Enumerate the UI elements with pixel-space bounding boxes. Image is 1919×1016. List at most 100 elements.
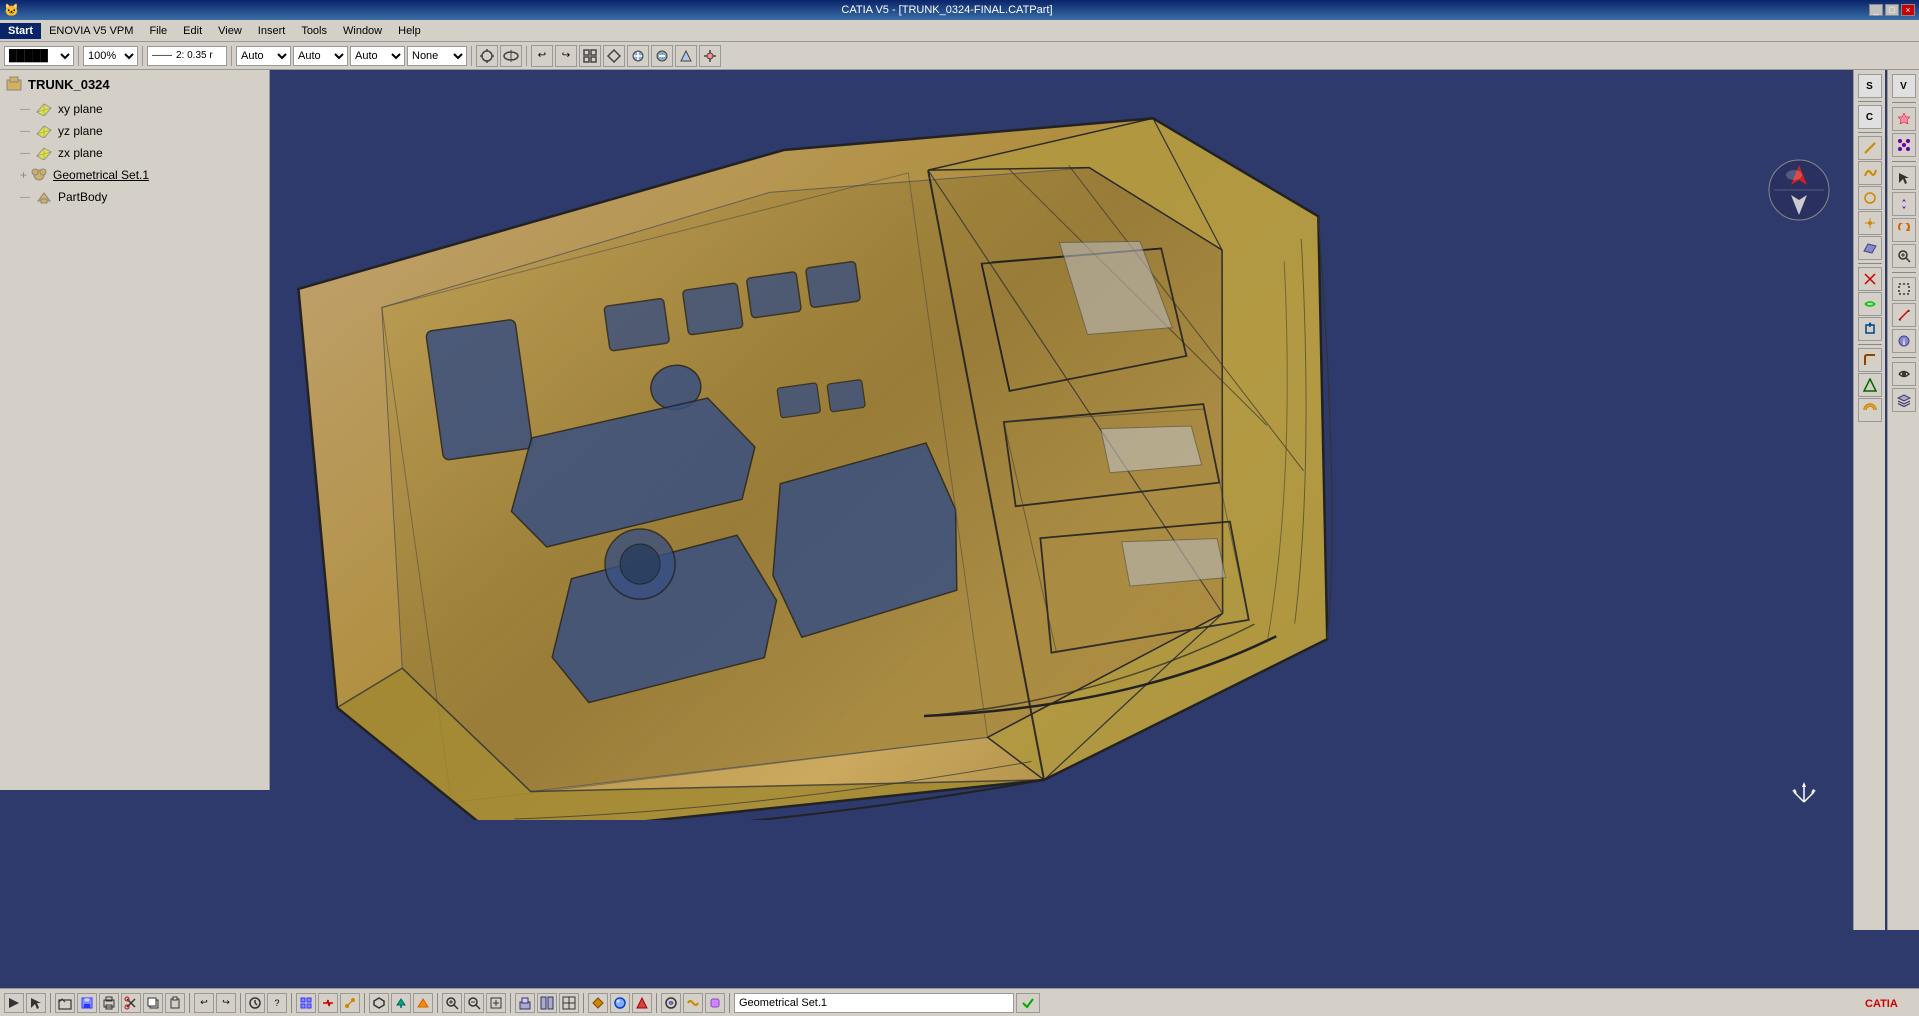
rt2-point-btn[interactable] [1858,211,1882,235]
rt2-join-btn[interactable] [1858,292,1882,316]
color-dropdown[interactable]: █████ [4,46,74,66]
dropdown-auto3[interactable]: Auto [350,46,405,66]
zx-plane-icon [34,145,54,161]
icon-btn-2[interactable] [500,45,522,67]
partbody-icon [34,189,54,205]
sep3 [231,46,232,66]
menu-start[interactable]: Start [0,23,41,39]
tree-zx-plane[interactable]: — zx plane [0,142,269,164]
rt2-extract-btn[interactable] [1858,317,1882,341]
bt-redo2-btn[interactable]: ↪ [216,993,236,1013]
bt-copy-btn[interactable] [143,993,163,1013]
bt-tool1-btn[interactable] [245,993,265,1013]
menu-window[interactable]: Window [335,23,390,39]
rt-star-btn[interactable] [1892,107,1916,131]
rt2-spline-btn[interactable] [1858,161,1882,185]
icon-btn-5[interactable] [627,45,649,67]
bt-render2-btn[interactable] [610,993,630,1013]
bt-tool2-btn[interactable]: ? [267,993,287,1013]
menu-insert[interactable]: Insert [250,23,294,39]
icon-btn-6[interactable] [651,45,673,67]
rt2-c-btn[interactable]: C [1858,105,1882,129]
bt-misc1-btn[interactable] [661,993,681,1013]
bt-tool5-btn[interactable] [340,993,360,1013]
maximize-btn[interactable]: □ [1885,4,1899,16]
rt-layers-btn[interactable] [1892,388,1916,412]
menu-file[interactable]: File [141,23,175,39]
svg-text:i: i [1902,338,1904,347]
rt-measure-btn[interactable] [1892,303,1916,327]
rt2-draft-btn[interactable] [1858,373,1882,397]
bt-save-btn[interactable] [77,993,97,1013]
menu-view[interactable]: View [210,23,250,39]
rt2-fillet-btn[interactable] [1858,348,1882,372]
rt-select-btn[interactable] [1892,277,1916,301]
dropdown-none[interactable]: None [407,46,467,66]
rt2-offset-btn[interactable] [1858,398,1882,422]
dropdown-auto2[interactable]: Auto [293,46,348,66]
bt-render3-btn[interactable] [632,993,652,1013]
bt-tool3-btn[interactable] [296,993,316,1013]
rt2-circle-btn[interactable] [1858,186,1882,210]
bt-open-btn[interactable] [55,993,75,1013]
bt-tool4-btn[interactable] [318,993,338,1013]
rt-dots-btn[interactable] [1892,133,1916,157]
rt-cursor-btn[interactable] [1892,166,1916,190]
bt-paste-btn[interactable] [165,993,185,1013]
bt-zoomin-btn[interactable] [442,993,462,1013]
icon-btn-7[interactable] [675,45,697,67]
rt2-line-btn[interactable] [1858,136,1882,160]
rt-zoom-btn[interactable] [1892,244,1916,268]
sep2 [142,46,143,66]
tree-yz-plane[interactable]: — yz plane [0,120,269,142]
bt-undo2-btn[interactable]: ↩ [194,993,214,1013]
tree-geoset[interactable]: + Geometrical Set.1 [0,164,269,186]
bt-tool8-btn[interactable] [413,993,433,1013]
icon-btn-3[interactable] [579,45,601,67]
bt-zoomout-btn[interactable] [464,993,484,1013]
bt-tool6-btn[interactable] [369,993,389,1013]
tree-partbody[interactable]: — PartBody [0,186,269,208]
bt-view1-btn[interactable] [515,993,535,1013]
rt-hide-btn[interactable] [1892,362,1916,386]
tree-xy-plane[interactable]: — xy plane [0,98,269,120]
rt-v-btn[interactable]: V [1892,74,1916,98]
bt-tool7-btn[interactable] [391,993,411,1013]
dropdown-auto1[interactable]: Auto [236,46,291,66]
yz-plane-icon [34,123,54,139]
icon-btn-4[interactable] [603,45,625,67]
status-input[interactable] [734,993,1014,1013]
redo-btn[interactable]: ↪ [555,45,577,67]
bt-print-btn[interactable] [99,993,119,1013]
zoom-dropdown[interactable]: 100% [83,46,138,66]
rt2-surface-btn[interactable] [1858,236,1882,260]
bt-misc3-btn[interactable] [705,993,725,1013]
app-icon: 🐱 [4,3,19,17]
menu-help[interactable]: Help [390,23,429,39]
rt2-trim-btn[interactable] [1858,267,1882,291]
tree-root[interactable]: TRUNK_0324 [0,70,269,98]
bt-confirm-btn[interactable] [1016,993,1040,1013]
menubar: Start ENOVIA V5 VPM File Edit View Inser… [0,20,1919,42]
undo-btn[interactable]: ↩ [531,45,553,67]
icon-btn-8[interactable] [699,45,721,67]
bt-cursor2-btn[interactable] [26,993,46,1013]
icon-btn-1[interactable] [476,45,498,67]
bt-cut-btn[interactable] [121,993,141,1013]
compass[interactable] [1759,150,1839,230]
bt-render1-btn[interactable] [588,993,608,1013]
menu-tools[interactable]: Tools [293,23,335,39]
menu-edit[interactable]: Edit [175,23,210,39]
minimize-btn[interactable]: _ [1869,4,1883,16]
menu-enovia[interactable]: ENOVIA V5 VPM [41,23,141,39]
rt-move-btn[interactable] [1892,192,1916,216]
close-btn[interactable]: × [1901,4,1915,16]
rt-rotate-btn[interactable] [1892,218,1916,242]
bt-arrow-btn[interactable] [4,993,24,1013]
rt-info-btn[interactable]: i [1892,329,1916,353]
rt2-s-btn[interactable]: S [1858,74,1882,98]
bt-view3-btn[interactable] [559,993,579,1013]
bt-view2-btn[interactable] [537,993,557,1013]
bt-misc2-btn[interactable] [683,993,703,1013]
bt-zoomfit-btn[interactable] [486,993,506,1013]
